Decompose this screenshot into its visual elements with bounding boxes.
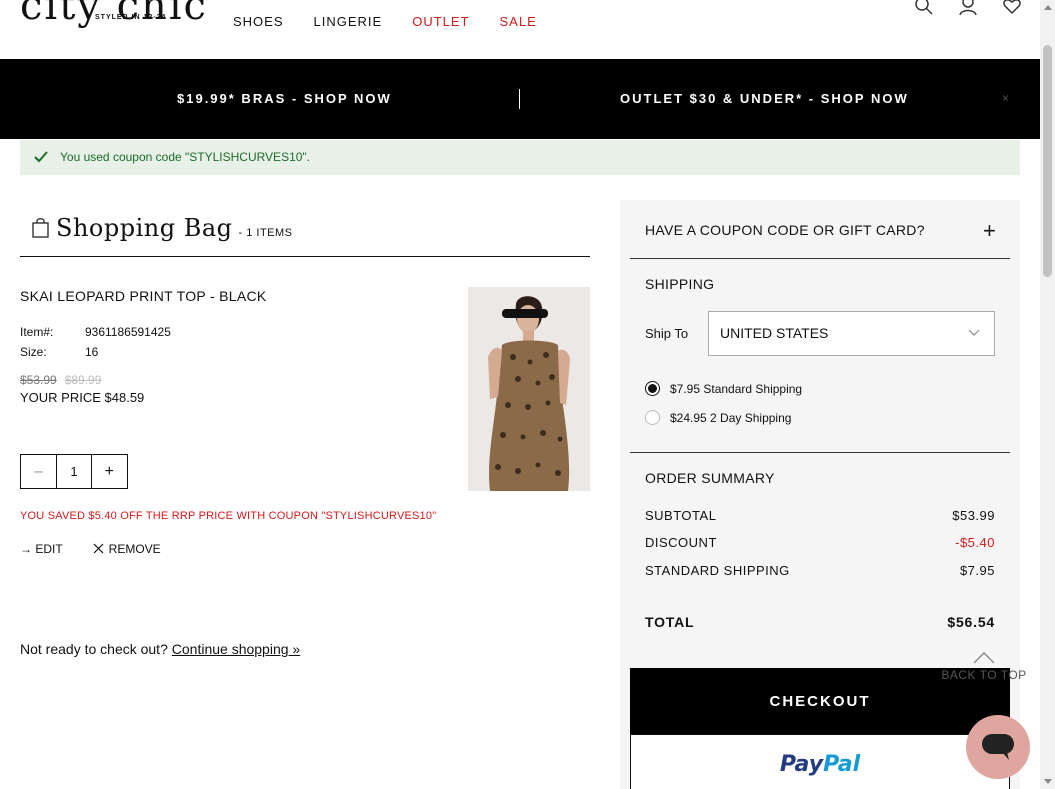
shipping-label: STANDARD SHIPPING [645,563,790,578]
quantity-decrease-button[interactable]: – [21,455,56,488]
scroll-down-arrow[interactable] [1044,779,1052,784]
nav-outlet[interactable]: OUTLET [412,14,469,29]
shipping-option-standard-label: $7.95 Standard Shipping [670,381,803,396]
back-to-top-button[interactable]: BACK TO TOP [939,652,1029,682]
promo-bras-link[interactable]: $19.99* BRAS - SHOP NOW [177,91,392,106]
site-header: city chic STYLED IN 12-24 SHOES LINGERIE… [0,0,1040,59]
promo-outlet-link[interactable]: OUTLET $30 & UNDER* - SHOP NOW [620,91,909,106]
shipping-value: $7.95 [959,563,995,578]
coupon-message-text: You used coupon code "STYLISHCURVES10". [60,150,311,164]
radio-selected[interactable] [645,381,660,396]
continue-shopping-row: Not ready to check out? Continue shoppin… [20,641,300,657]
close-icon[interactable]: × [1002,91,1009,105]
promo-divider [519,89,520,109]
subtotal-label: SUBTOTAL [645,508,717,523]
nav-lingerie[interactable]: LINGERIE [314,14,383,29]
nav-shoes[interactable]: SHOES [233,14,284,29]
header-icons [914,0,1022,16]
close-icon [93,543,104,554]
divider [630,258,1010,259]
ship-to-value: UNITED STATES [720,325,829,341]
discount-row: DISCOUNT -$5.40 [645,535,995,550]
remove-button[interactable]: REMOVE [93,542,161,556]
radio-unselected[interactable] [645,410,660,425]
logo-tagline: STYLED IN 12-24 [95,14,167,21]
total-value: $56.54 [947,614,995,630]
ship-to-select[interactable]: UNITED STATES [708,311,995,356]
logo[interactable]: city chic [20,0,208,26]
divider [20,256,590,257]
plus-icon[interactable]: + [983,218,996,244]
product-image[interactable] [468,287,590,491]
shipping-title: SHIPPING [645,276,715,292]
divider [630,452,1010,453]
size-value: 16 [85,345,99,359]
savings-message: YOU SAVED $5.40 OFF THE RRP PRICE WITH C… [20,510,437,522]
not-ready-text: Not ready to check out? [20,641,168,657]
page-scrollbar[interactable] [1040,0,1055,789]
chat-button[interactable] [966,715,1030,779]
chat-bubble-icon [982,734,1014,760]
search-icon[interactable] [914,0,934,16]
shipping-row: STANDARD SHIPPING $7.95 [645,563,995,578]
shipping-option-2day-label: $24.95 2 Day Shipping [670,410,792,425]
subtotal-value: $53.99 [952,508,995,523]
item-count: - 1 ITEMS [238,227,293,239]
coupon-success-message: You used coupon code "STYLISHCURVES10". [20,140,1020,175]
remove-label: REMOVE [108,542,161,556]
total-label: TOTAL [645,614,695,630]
item-number: 9361186591425 [85,325,171,339]
size-label: Size: [20,345,47,359]
price-rrp: $89.99 [64,373,102,387]
edit-button[interactable]: → EDIT [20,542,63,556]
order-summary-title: ORDER SUMMARY [645,470,775,486]
quantity-increase-button[interactable]: + [92,455,127,488]
scroll-up-arrow[interactable] [1044,5,1052,10]
coupon-accordion-title[interactable]: HAVE A COUPON CODE OR GIFT CARD? [645,222,925,238]
paypal-logo: PayPal [779,751,861,777]
back-to-top-label: BACK TO TOP [941,668,1027,682]
main-nav: SHOES LINGERIE OUTLET SALE [233,14,537,29]
chevron-up-icon [973,652,995,664]
promo-banner: $19.99* BRAS - SHOP NOW OUTLET $30 & UND… [0,59,1040,139]
shipping-option-standard[interactable]: $7.95 Standard Shipping [645,381,802,396]
scrollbar-thumb[interactable] [1043,45,1052,277]
discount-label: DISCOUNT [645,535,717,550]
original-prices: $53.99 $89.99 [20,373,109,387]
item-number-row: Item#: 9361186591425 [20,325,171,339]
shipping-option-2day[interactable]: $24.95 2 Day Shipping [645,410,791,425]
wishlist-heart-icon[interactable] [1002,0,1022,16]
item-number-label: Item#: [20,325,54,339]
quantity-input[interactable]: 1 [56,455,92,488]
ship-to-label: Ship To [645,326,689,341]
size-row: Size: 16 [20,345,98,359]
total-row: TOTAL $56.54 [645,614,995,630]
discount-value: -$5.40 [955,535,995,550]
your-price: YOUR PRICE $48.59 [20,390,145,405]
continue-shopping-link[interactable]: Continue shopping » [172,641,300,657]
chevron-down-icon [968,329,980,336]
shopping-bag-icon [32,218,49,238]
account-icon[interactable] [958,0,978,16]
subtotal-row: SUBTOTAL $53.99 [645,508,995,523]
page-title: Shopping Bag - 1 ITEMS [32,214,293,242]
quantity-stepper: – 1 + [20,454,128,489]
check-icon [34,151,48,163]
paypal-button[interactable]: PayPal [630,734,1010,789]
item-actions: → EDIT REMOVE [20,542,161,556]
product-name[interactable]: SKAI LEOPARD PRINT TOP - BLACK [20,288,267,304]
shopping-bag-heading: Shopping Bag [56,214,233,242]
nav-sale[interactable]: SALE [500,14,537,29]
price-was: $53.99 [20,373,57,387]
